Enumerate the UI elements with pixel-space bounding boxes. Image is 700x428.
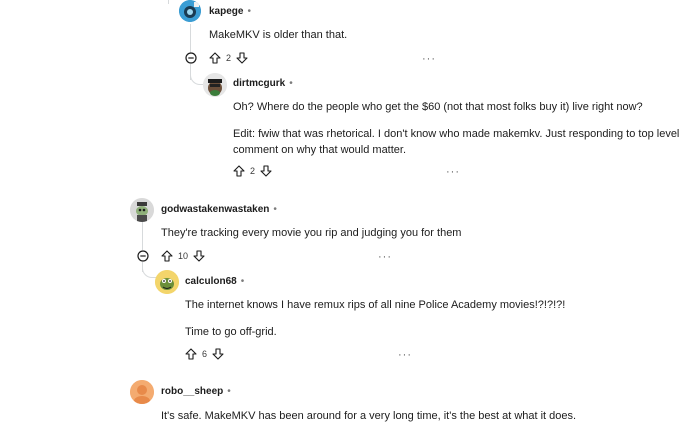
avatar[interactable] [130,380,154,404]
vote-bar: 2 [208,51,249,65]
vote-count: 6 [202,349,208,359]
separator-dot: • [227,386,231,397]
separator-dot: • [289,78,293,89]
comment-username[interactable]: calculon68 • [185,276,244,287]
comment-text: They're tracking every movie you rip and… [161,227,462,239]
separator-dot: • [273,204,277,215]
vote-bar: 2 [232,164,273,178]
comment-text: The internet knows I have remux rips of … [185,299,566,311]
more-options-button[interactable]: ··· [378,252,392,263]
comment-text: MakeMKV is older than that. [209,29,348,41]
avatar[interactable] [130,198,154,222]
more-options-button[interactable]: ··· [398,350,412,361]
vote-count: 2 [226,53,232,63]
downvote-icon[interactable] [192,249,206,263]
upvote-icon[interactable] [208,51,222,65]
comment-text: Time to go off-grid. [185,326,277,338]
separator-dot: • [240,276,245,287]
thread-line [142,222,143,250]
more-options-button[interactable]: ··· [422,54,436,65]
vote-count: 10 [178,251,189,261]
comment-text: comment on why that would matter. [233,144,407,156]
vote-count: 2 [250,166,256,176]
downvote-icon[interactable] [235,51,249,65]
upvote-icon[interactable] [232,164,246,178]
collapse-thread-icon[interactable] [137,250,149,262]
downvote-icon[interactable] [259,164,273,178]
thread-curve [142,265,157,278]
avatar[interactable] [179,0,201,22]
comment-username[interactable]: godwastakenwastaken • [161,204,277,215]
vote-bar: 6 [184,347,225,361]
vote-bar: 10 [160,249,206,263]
more-options-button[interactable]: ··· [446,167,460,178]
comment-text: It's safe. MakeMKV has been around for a… [161,410,577,422]
comment-username[interactable]: dirtmcgurk • [233,78,293,89]
thread-line [168,0,169,4]
upvote-icon[interactable] [184,347,198,361]
downvote-icon[interactable] [211,347,225,361]
comment-text: Edit: fwiw that was rhetorical. I don't … [233,128,680,140]
avatar[interactable] [155,270,179,294]
upvote-icon[interactable] [160,249,174,263]
comment-text: Oh? Where do the people who get the $60 … [233,101,643,113]
comment-username[interactable]: kapege • [209,6,251,17]
avatar[interactable] [203,73,227,97]
separator-dot: • [247,6,251,17]
collapse-thread-icon[interactable] [185,52,197,64]
comment-username[interactable]: robo__sheep • [161,386,231,397]
